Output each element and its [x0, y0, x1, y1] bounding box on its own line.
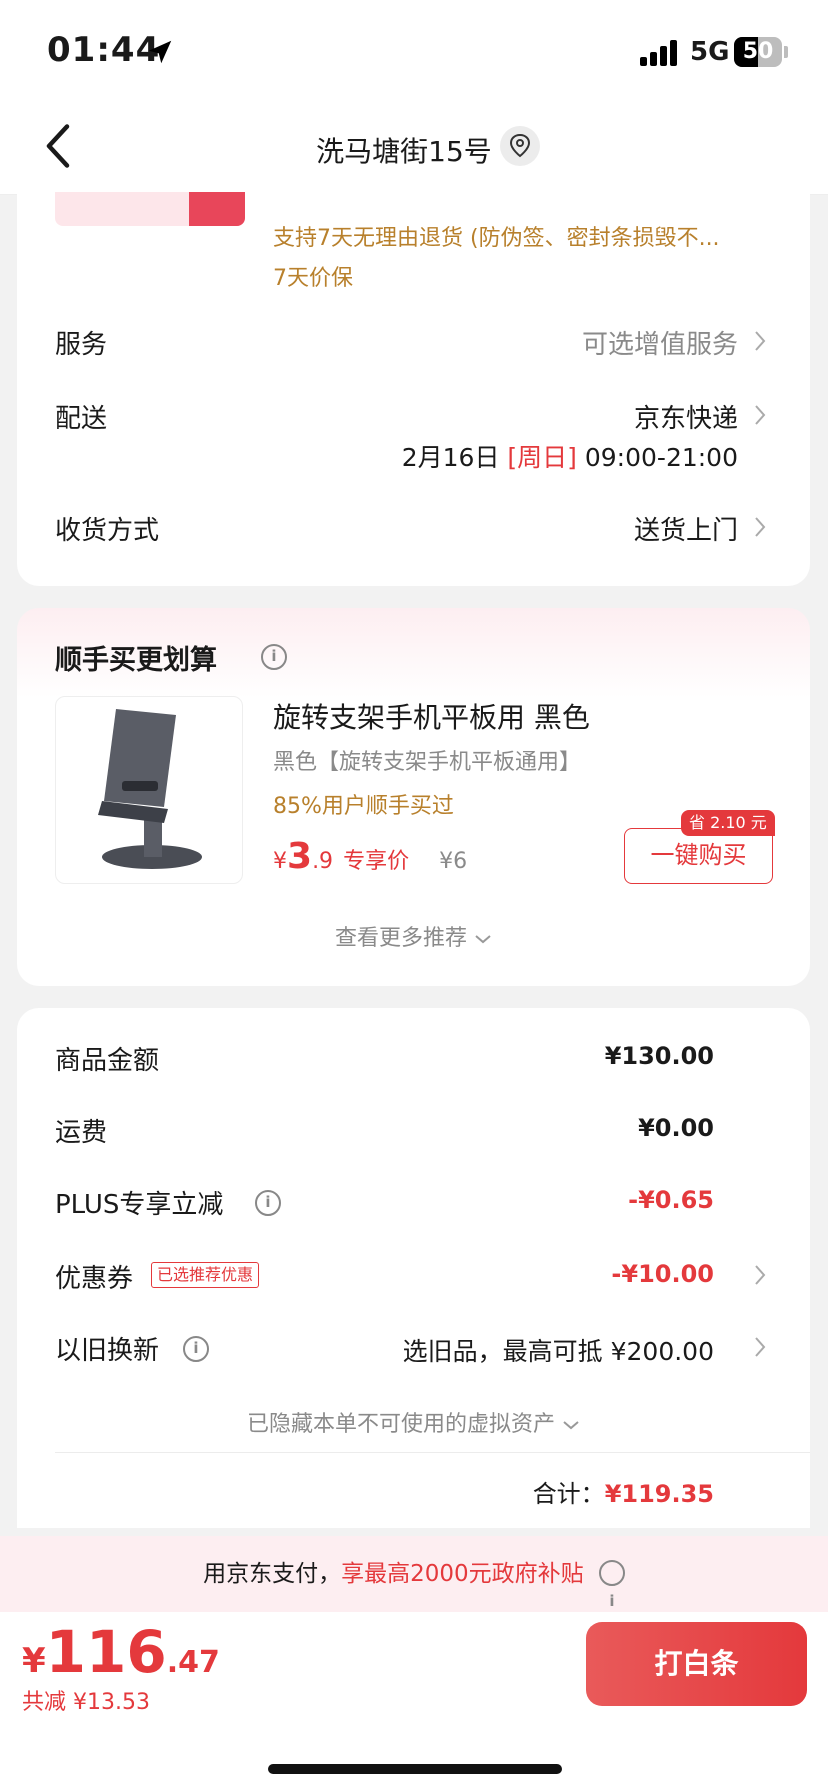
info-icon[interactable]	[598, 1559, 625, 1639]
total-value: ¥119.35	[604, 1480, 714, 1508]
product-image[interactable]	[55, 696, 243, 884]
delivery-label: 配送	[55, 404, 108, 434]
trade-in-label: 以旧换新	[55, 1336, 160, 1366]
battery-cap	[784, 46, 788, 58]
network-type: 5G	[690, 37, 730, 67]
checkout-bar: ¥116.47 共减 ¥13.53 打白条	[0, 1612, 828, 1792]
chevron-right-icon[interactable]	[754, 516, 766, 538]
price-yen: ¥	[273, 849, 287, 874]
address-title[interactable]: 洗马塘街15号	[0, 130, 828, 170]
coupon-label: 优惠券	[55, 1264, 134, 1294]
chevron-right-icon[interactable]	[754, 1264, 766, 1286]
receive-method-label: 收货方式	[55, 516, 160, 546]
total-saving: 共减 ¥13.53	[22, 1690, 150, 1715]
delivery-date: 2月16日	[401, 443, 500, 472]
service-label: 服务	[55, 330, 108, 360]
price-int: 3	[287, 836, 313, 877]
status-time: 01:44	[47, 30, 161, 70]
hidden-assets-label: 已隐藏本单不可使用的虚拟资产	[246, 1412, 555, 1437]
banner-prefix: 用京东支付，	[203, 1561, 342, 1587]
price-protection: 7天价保	[273, 266, 353, 291]
location-arrow-icon	[148, 40, 172, 64]
final-price-dec: .47	[166, 1645, 220, 1680]
delivery-time[interactable]: 2月16日 [周日] 09:00-21:00	[402, 438, 738, 474]
apple-promo-tag	[189, 192, 245, 226]
address-pin-button[interactable]	[500, 126, 540, 166]
save-badge: 省 2.10 元	[681, 810, 775, 836]
hidden-assets-note[interactable]: 已隐藏本单不可使用的虚拟资产	[17, 1406, 810, 1438]
delivery-weekday: [周日]	[507, 443, 577, 472]
goods-amount-label: 商品金额	[55, 1046, 160, 1076]
product-spec: 黑色【旋转支架手机平板通用】	[273, 750, 582, 775]
price-label: 专享价	[343, 849, 410, 874]
info-icon[interactable]	[183, 1336, 209, 1362]
subsidy-banner[interactable]: 用京东支付，享最高2000元政府补贴	[0, 1536, 828, 1639]
banner-highlight: 享最高2000元政府补贴	[341, 1561, 584, 1587]
coupon-tag: 已选推荐优惠	[151, 1262, 260, 1288]
summary-card: 商品金额 ¥130.00 运费 ¥0.00 PLUS专享立减 -¥0.65 优惠…	[17, 1008, 810, 1528]
chevron-right-icon[interactable]	[754, 1336, 766, 1358]
pay-baitiao-button[interactable]: 打白条	[586, 1622, 807, 1706]
product-name[interactable]: 旋转支架手机平板用 黑色	[273, 696, 590, 736]
coupon-value[interactable]: -¥10.00	[611, 1260, 714, 1288]
chevron-right-icon[interactable]	[754, 404, 766, 426]
receive-method-value[interactable]: 送货上门	[634, 510, 738, 547]
one-click-buy-button[interactable]: 一键购买	[624, 828, 773, 884]
price-dec: .9	[312, 849, 334, 874]
goods-amount-value: ¥130.00	[604, 1042, 714, 1070]
phone-stand-image	[98, 709, 202, 869]
battery-icon: 50	[734, 37, 782, 67]
delivery-value[interactable]: 京东快递	[634, 398, 738, 435]
final-price: ¥116.47	[22, 1618, 220, 1686]
plus-discount-label: PLUS专享立减	[55, 1190, 224, 1220]
home-indicator[interactable]	[268, 1764, 562, 1774]
more-recommendations[interactable]: 查看更多推荐	[17, 920, 810, 952]
info-icon[interactable]	[255, 1190, 281, 1216]
return-policy: 支持7天无理由退货 (防伪签、密封条损毁不...	[273, 226, 720, 251]
addon-title: 顺手买更划算	[55, 645, 217, 676]
addon-card: 顺手买更划算 旋转支架手机平板用 黑色 黑色【旋转支架手机平板通用】 85%用户…	[17, 608, 810, 986]
final-price-int: 116	[45, 1618, 167, 1686]
info-icon[interactable]	[261, 644, 287, 670]
delivery-hours: 09:00-21:00	[584, 443, 738, 472]
service-value[interactable]: 可选增值服务	[582, 324, 738, 361]
more-recommendations-label: 查看更多推荐	[334, 926, 467, 951]
total-label: 合计：	[532, 1480, 605, 1508]
trade-in-value[interactable]: 选旧品，最高可抵 ¥200.00	[403, 1332, 714, 1368]
shipping-label: 运费	[55, 1118, 108, 1148]
final-price-yen: ¥	[22, 1641, 46, 1681]
product-buyers: 85%用户顺手买过	[273, 794, 454, 819]
chevron-down-icon	[563, 1421, 579, 1430]
chevron-down-icon	[475, 935, 491, 944]
plus-discount-value: -¥0.65	[628, 1186, 714, 1214]
product-thumbnail	[55, 192, 245, 226]
chevron-right-icon[interactable]	[754, 330, 766, 352]
divider	[55, 1452, 810, 1453]
original-price: ¥6	[439, 849, 468, 874]
battery-level: 50	[742, 39, 774, 64]
product-price: ¥3.9 专享价 ¥6	[273, 836, 467, 877]
total-row: 合计：¥119.35	[533, 1474, 714, 1509]
signal-icon	[640, 40, 680, 66]
service-card: 支持7天无理由退货 (防伪签、密封条损毁不... 7天价保 服务 可选增值服务 …	[17, 180, 810, 586]
map-pin-icon	[509, 133, 531, 158]
shipping-value: ¥0.00	[638, 1114, 714, 1142]
status-bar: 01:44 5G 50	[0, 0, 828, 100]
